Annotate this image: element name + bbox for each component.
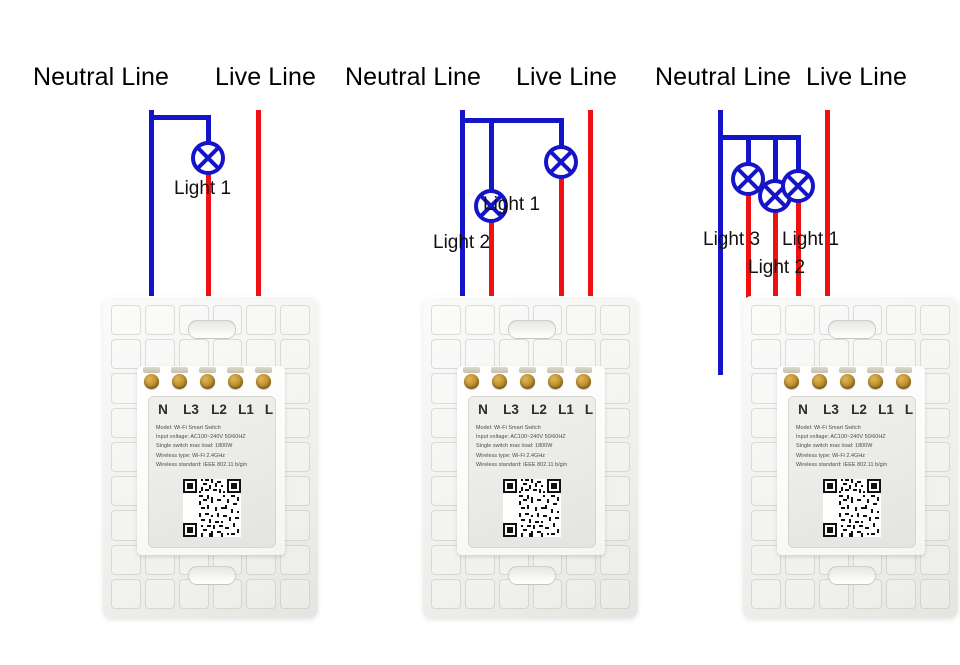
spec-line-wireless-standard: Wireless standard: IEEE 802.11 b/g/n — [156, 461, 248, 468]
spec-line-model: Model: Wi-Fi Smart Switch — [476, 425, 541, 431]
spec-label-card: N L3 L2 L1 L Model: Wi-Fi Smart Switch I… — [148, 396, 276, 548]
lamp-label-light-1: Light 1 — [174, 178, 232, 199]
neutral-line-title: Neutral Line — [345, 63, 482, 91]
terminal-screw-l1[interactable] — [548, 374, 563, 389]
terminal-label-l2: L2 — [211, 402, 227, 417]
terminal-screw-l1[interactable] — [868, 374, 883, 389]
terminal-screw-l3[interactable] — [812, 374, 827, 389]
spec-line-voltage: Input voltage: AC100~240V 50/60HZ — [796, 434, 886, 441]
terminal-label-n: N — [798, 402, 808, 417]
terminal-label-n: N — [158, 402, 168, 417]
terminal-label-l: L — [904, 402, 914, 417]
switch-module: N L3 L2 L1 L Model: Wi-Fi Smart Switch I… — [137, 366, 285, 555]
lamp-symbol-light-1 — [544, 145, 578, 179]
terminal-screw-n[interactable] — [464, 374, 479, 389]
switch-module: N L3 L2 L1 L Model: Wi-Fi Smart Switch I… — [457, 366, 605, 555]
terminal-label-l3: L3 — [503, 402, 519, 417]
live-line-title: Live Line — [806, 63, 907, 91]
lamp-label-light-2: Light 2 — [433, 232, 491, 253]
terminal-screw-l[interactable] — [256, 374, 271, 389]
neutral-wire-branch — [718, 135, 801, 140]
lamp-symbol-light-1 — [191, 141, 225, 175]
neutral-wire-branch — [149, 115, 211, 120]
plate-slot-top — [507, 320, 556, 339]
lamp-label-light-2: Light 2 — [748, 257, 806, 278]
spec-line-wireless-type: Wireless type: Wi-Fi 2.4GHz — [156, 452, 226, 459]
qr-code — [183, 479, 241, 537]
terminal-screw-l1[interactable] — [228, 374, 243, 389]
plate-slot-bottom — [507, 566, 556, 585]
spec-line-wireless-standard: Wireless standard: IEEE 802.11 b/g/n — [796, 461, 888, 468]
spec-text-block: Model: Wi-Fi Smart Switch Input voltage:… — [796, 424, 910, 470]
plate-slot-bottom — [827, 566, 876, 585]
terminal-screw-l3[interactable] — [492, 374, 507, 389]
terminal-label-l1: L1 — [558, 402, 574, 417]
neutral-wire-drop-light-1 — [796, 135, 801, 173]
terminal-label-l2: L2 — [531, 402, 547, 417]
terminal-label-l: L — [264, 402, 274, 417]
terminal-screw-l2[interactable] — [840, 374, 855, 389]
neutral-line-title: Neutral Line — [33, 63, 170, 91]
terminal-names: N L3 L2 L1 L — [469, 402, 595, 422]
neutral-wire-drop-light-2 — [773, 135, 778, 183]
spec-line-model: Model: Wi-Fi Smart Switch — [156, 425, 221, 431]
spec-label-card: N L3 L2 L1 L Model: Wi-Fi Smart Switch I… — [468, 396, 596, 548]
qr-code — [823, 479, 881, 537]
plate-slot-top — [827, 320, 876, 339]
terminal-label-l1: L1 — [238, 402, 254, 417]
spec-line-model: Model: Wi-Fi Smart Switch — [796, 425, 861, 431]
spec-label-card: N L3 L2 L1 L Model: Wi-Fi Smart Switch I… — [788, 396, 916, 548]
lamp-symbol-light-1 — [781, 169, 815, 203]
terminal-row — [457, 367, 605, 394]
terminal-label-l1: L1 — [878, 402, 894, 417]
terminal-screw-l2[interactable] — [520, 374, 535, 389]
terminal-row — [777, 367, 925, 394]
terminal-label-l3: L3 — [823, 402, 839, 417]
terminal-screw-l[interactable] — [896, 374, 911, 389]
spec-line-maxload: Single switch max load: 1800W — [476, 443, 553, 450]
lamp-label-light-1: Light 1 — [782, 229, 840, 250]
plate-slot-top — [187, 320, 236, 339]
terminal-names: N L3 L2 L1 L — [149, 402, 275, 422]
terminal-label-l3: L3 — [183, 402, 199, 417]
terminal-label-n: N — [478, 402, 488, 417]
terminal-screw-l[interactable] — [576, 374, 591, 389]
spec-line-maxload: Single switch max load: 1800W — [796, 443, 873, 450]
terminal-screw-l3[interactable] — [172, 374, 187, 389]
spec-text-block: Model: Wi-Fi Smart Switch Input voltage:… — [156, 424, 270, 470]
wiring-diagram-one-gang: Neutral Line Live Line Light 1 N L3 L2 L… — [0, 0, 320, 665]
neutral-line-title: Neutral Line — [655, 63, 792, 91]
lamp-label-light-1: Light 1 — [483, 194, 541, 215]
live-line-title: Live Line — [215, 63, 316, 91]
terminal-screw-n[interactable] — [784, 374, 799, 389]
spec-line-wireless-standard: Wireless standard: IEEE 802.11 b/g/n — [476, 461, 568, 468]
wiring-diagram-three-gang: Neutral Line Live Line Light 3 Light 2 L… — [640, 0, 960, 665]
live-line-title: Live Line — [516, 63, 617, 91]
spec-line-wireless-type: Wireless type: Wi-Fi 2.4GHz — [476, 452, 546, 459]
spec-line-voltage: Input voltage: AC100~240V 50/60HZ — [476, 434, 566, 441]
neutral-wire-drop-light-2 — [489, 118, 494, 193]
spec-line-wireless-type: Wireless type: Wi-Fi 2.4GHz — [796, 452, 866, 459]
lamp-label-light-3: Light 3 — [703, 229, 761, 250]
terminal-names: N L3 L2 L1 L — [789, 402, 915, 422]
terminal-label-l2: L2 — [851, 402, 867, 417]
terminal-screw-l2[interactable] — [200, 374, 215, 389]
qr-code — [503, 479, 561, 537]
wiring-diagram-two-gang: Neutral Line Live Line Light 1 Light 2 N… — [320, 0, 640, 665]
terminal-label-l: L — [584, 402, 594, 417]
terminal-screw-n[interactable] — [144, 374, 159, 389]
spec-line-maxload: Single switch max load: 1800W — [156, 443, 233, 450]
switch-module: N L3 L2 L1 L Model: Wi-Fi Smart Switch I… — [777, 366, 925, 555]
spec-line-voltage: Input voltage: AC100~240V 50/60HZ — [156, 434, 246, 441]
neutral-wire-branch — [460, 118, 564, 123]
plate-slot-bottom — [187, 566, 236, 585]
spec-text-block: Model: Wi-Fi Smart Switch Input voltage:… — [476, 424, 590, 470]
terminal-row — [137, 367, 285, 394]
